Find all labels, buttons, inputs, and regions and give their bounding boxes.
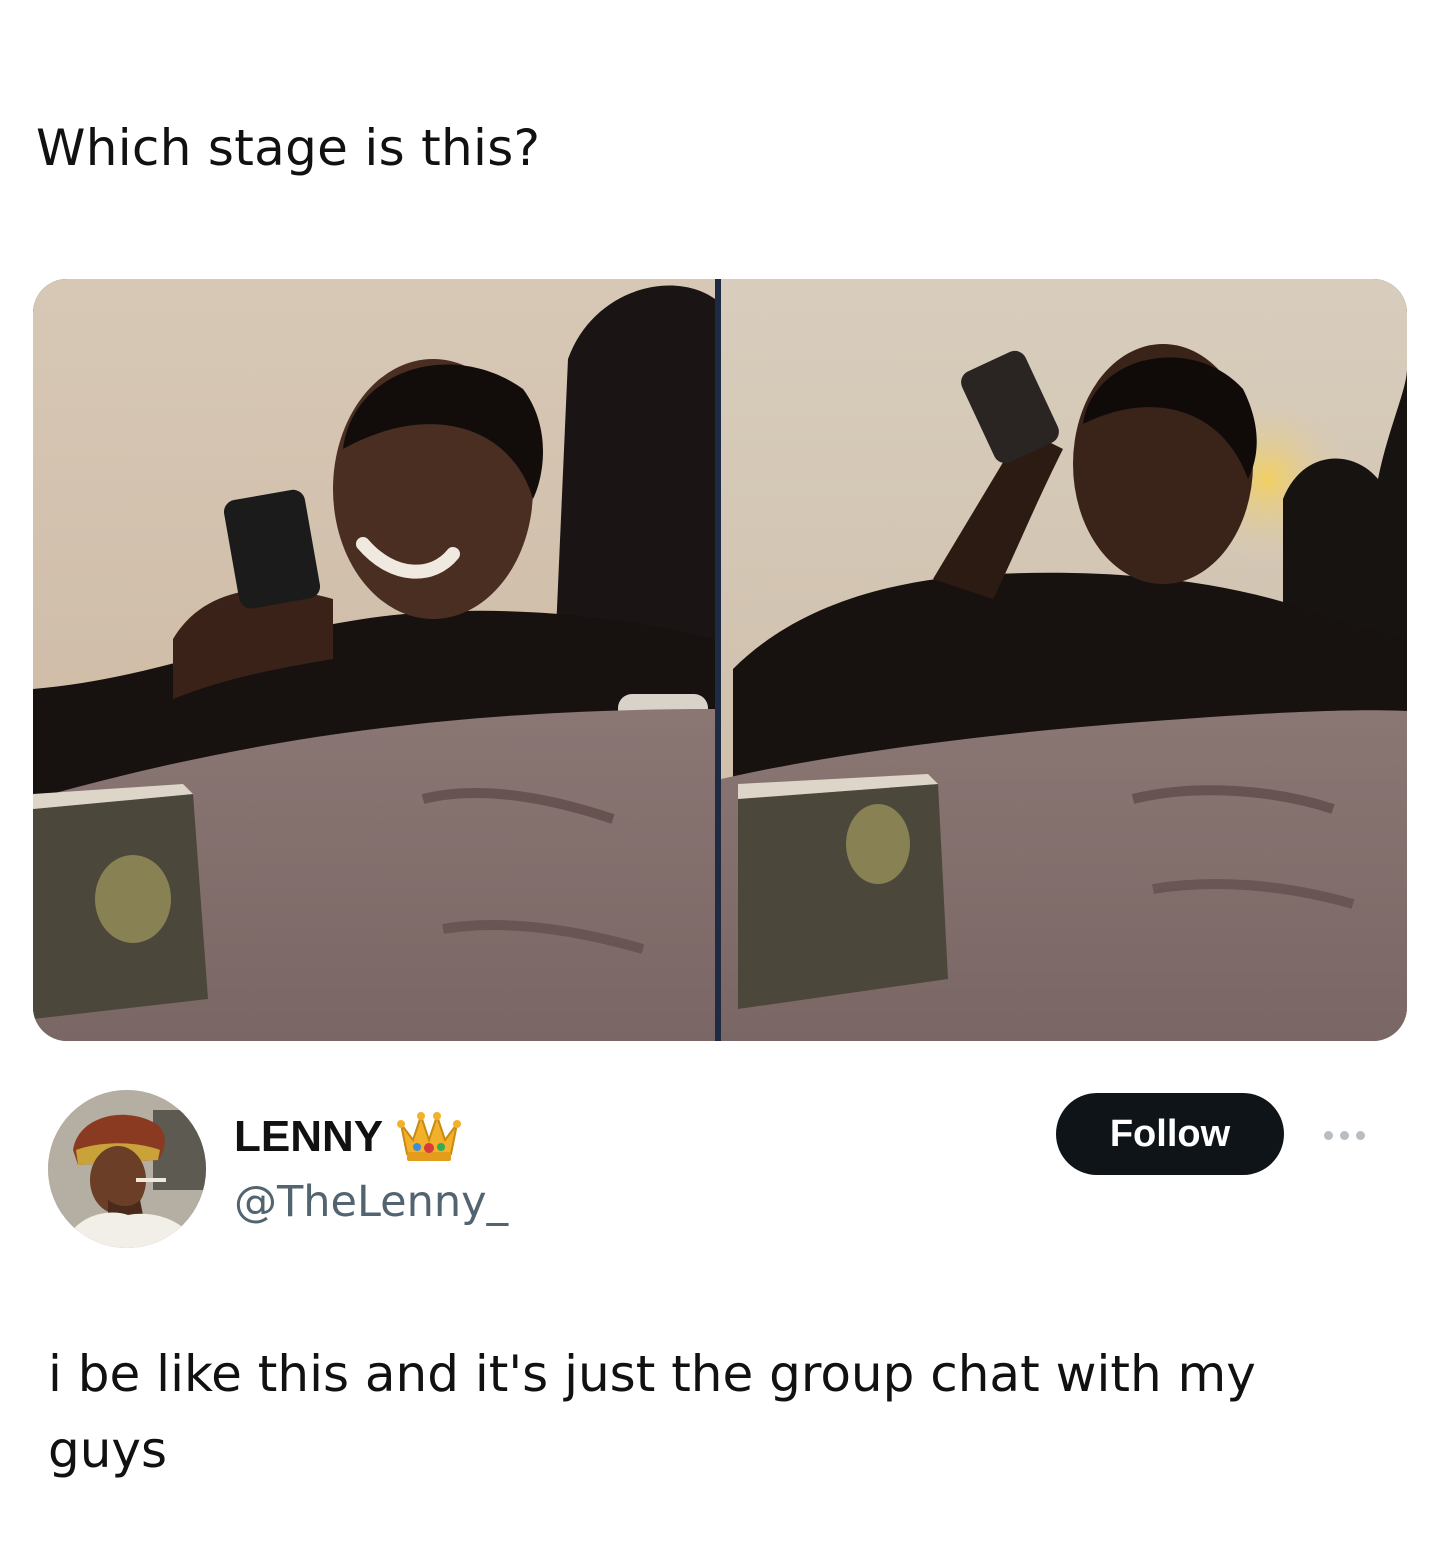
meme-caption: Which stage is this? (36, 119, 541, 177)
user-avatar-icon[interactable] (48, 1090, 206, 1248)
post-body-text: i be like this and it's just the group c… (48, 1345, 1256, 1479)
author-name-group[interactable]: LENNY (234, 1110, 462, 1164)
more-dot (1355, 1130, 1365, 1140)
more-options-icon[interactable] (1312, 1120, 1376, 1150)
post-author-row: LENNY @TheLenny_ Follow (0, 1080, 1440, 1260)
crown-icon (397, 1110, 462, 1164)
avatar-image (48, 1090, 206, 1248)
left-panel (33, 279, 715, 1041)
more-dot (1323, 1130, 1333, 1140)
author-handle[interactable]: @TheLenny_ (234, 1176, 508, 1228)
photo-collage-image (33, 279, 1407, 1041)
panel-divider (715, 279, 721, 1041)
follow-button[interactable]: Follow (1056, 1093, 1284, 1175)
right-panel (721, 279, 1407, 1041)
more-dot (1339, 1130, 1349, 1140)
author-display-name[interactable]: LENNY (234, 1111, 383, 1163)
post-media-image[interactable] (33, 279, 1407, 1041)
